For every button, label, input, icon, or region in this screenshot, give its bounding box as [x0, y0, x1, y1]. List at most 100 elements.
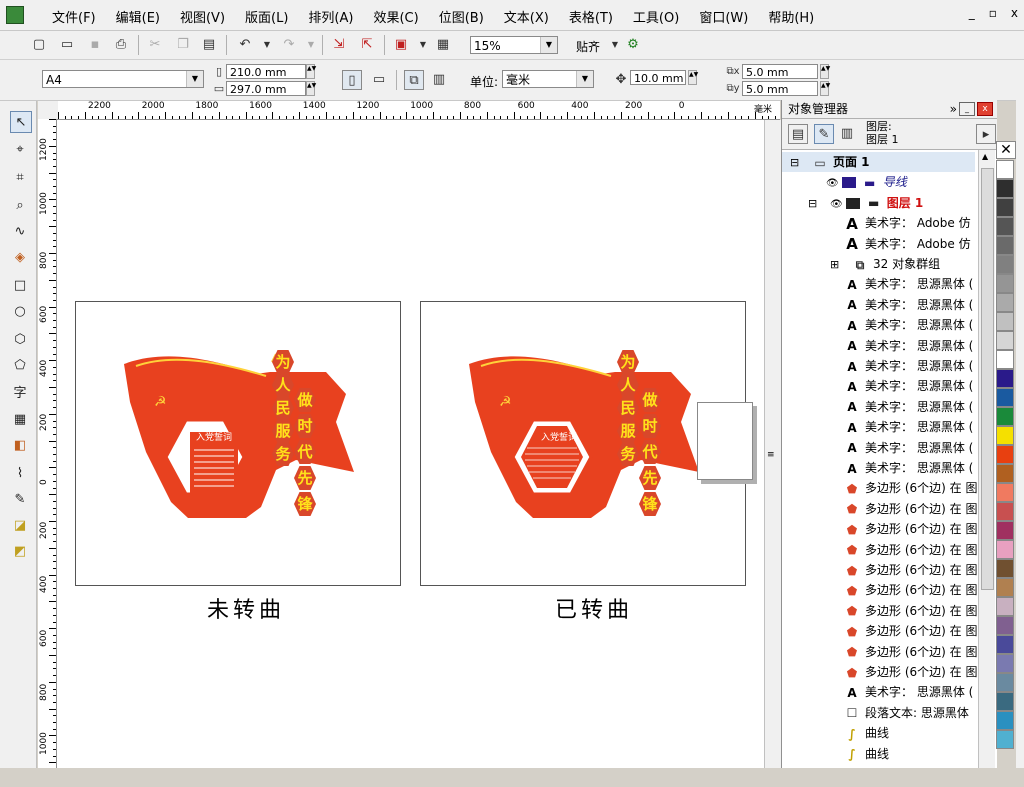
menu-item[interactable]: 窗口(W) — [689, 7, 758, 26]
color-swatch[interactable] — [996, 464, 1014, 483]
color-swatch[interactable] — [996, 654, 1014, 673]
menu-item[interactable]: 表格(T) — [559, 7, 623, 26]
basic-shapes-icon[interactable]: ⬠ — [10, 355, 30, 375]
save-icon[interactable]: ▪ — [86, 35, 104, 53]
snap-dropdown-icon[interactable]: ▼ — [606, 35, 624, 53]
undo-icon[interactable]: ↶ — [236, 35, 254, 53]
color-swatch[interactable] — [996, 331, 1014, 350]
fill-bucket-icon[interactable]: ◪ — [10, 515, 30, 535]
color-swatch[interactable] — [996, 597, 1014, 616]
object-tree-row[interactable]: ⬟ 多边形 (6个边) 在 图 — [844, 642, 978, 662]
menu-item[interactable]: 视图(V) — [170, 7, 235, 26]
object-tree-row[interactable]: ⬟ 多边形 (6个边) 在 图 — [844, 662, 978, 682]
scroll-up-icon[interactable]: ▲ — [982, 152, 988, 161]
current-page-button[interactable]: ▥ — [430, 70, 448, 88]
menu-item[interactable]: 排列(A) — [298, 7, 363, 26]
layer-manager-view-icon[interactable]: ▥ — [838, 124, 856, 142]
object-tree-row[interactable]: ⬟ 多边形 (6个边) 在 图 — [844, 601, 978, 621]
color-swatch[interactable] — [996, 445, 1014, 464]
outline-pen-icon[interactable]: ✎ — [10, 489, 30, 509]
color-swatch[interactable] — [996, 179, 1014, 198]
object-tree-row[interactable]: A 美术字： 思源黑体 ( — [844, 274, 973, 294]
menu-item[interactable]: 工具(O) — [623, 7, 689, 26]
eyedropper-icon[interactable]: ⌇ — [10, 463, 30, 483]
left-artboard[interactable]: ☭ 入党誓词 为人民服务 做时代先锋 — [75, 301, 401, 586]
menu-item[interactable]: 帮助(H) — [758, 7, 824, 26]
dup-y-spinner[interactable]: ▲▼ — [820, 81, 830, 96]
color-swatch[interactable] — [996, 635, 1014, 654]
edit-across-layers-icon[interactable]: ✎ — [814, 124, 834, 144]
color-swatch[interactable] — [996, 407, 1014, 426]
object-tree-row[interactable]: ∫ 曲线 — [844, 744, 889, 764]
options-icon[interactable]: ⚙ — [624, 35, 642, 53]
object-tree-row[interactable]: A 美术字： Adobe 仿 — [844, 234, 970, 254]
object-tree-row[interactable]: ⬟ 多边形 (6个边) 在 图 — [844, 540, 978, 560]
object-tree-row[interactable]: A 美术字： 思源黑体 ( — [844, 336, 973, 356]
object-tree-row[interactable]: A 美术字： 思源黑体 ( — [844, 356, 973, 376]
color-swatch[interactable] — [996, 521, 1014, 540]
object-tree-row[interactable]: A 美术字： 思源黑体 ( — [844, 458, 973, 478]
menu-item[interactable]: 文本(X) — [494, 7, 559, 26]
object-tree-row[interactable]: ⬟ 多边形 (6个边) 在 图 — [844, 560, 978, 580]
scroll-grip-icon[interactable]: ≡ — [767, 450, 775, 460]
open-icon[interactable]: ▭ — [58, 35, 76, 53]
copy-icon[interactable]: ❐ — [174, 35, 192, 53]
color-swatch[interactable] — [996, 673, 1014, 692]
vertical-ruler[interactable]: 1200 1000 800 600 400 200 0 200 400 600 800 1000 — [38, 119, 57, 768]
nudge-spinner[interactable]: ▲▼ — [688, 70, 698, 85]
page-height-field[interactable]: 297.0 mm — [226, 81, 306, 96]
object-tree-row[interactable]: ⊞ ⧉ 32 对象群组 — [830, 254, 940, 274]
color-swatch[interactable] — [996, 312, 1014, 331]
import-icon[interactable]: ⇲ — [330, 35, 348, 53]
object-tree-row[interactable]: ⬟ 多边形 (6个边) 在 图 — [844, 499, 978, 519]
smart-fill-icon[interactable]: ◈ — [10, 247, 30, 267]
undo-dropdown-icon[interactable]: ▼ — [258, 35, 276, 53]
color-swatch[interactable] — [996, 578, 1014, 597]
horizontal-ruler[interactable]: 2200 2000 1800 1600 1400 1200 1000 800 600 400 200… — [58, 101, 780, 120]
object-tree-row[interactable]: A 美术字： 思源黑体 ( — [844, 438, 973, 458]
expand-toggle-icon[interactable]: ⊞ — [830, 255, 842, 275]
nudge-distance-field[interactable]: 10.0 mm — [630, 70, 686, 85]
freehand-tool-icon[interactable]: ∿ — [10, 221, 30, 241]
new-document-icon[interactable]: ▢ — [30, 35, 48, 53]
color-swatch[interactable] — [996, 502, 1014, 521]
object-manager-scrollbar[interactable]: ▲ — [978, 150, 995, 768]
docker-expand-icon[interactable]: » — [950, 100, 957, 118]
landscape-button[interactable]: ▭ — [370, 70, 388, 88]
color-swatch[interactable] — [996, 236, 1014, 255]
menu-item[interactable]: 版面(L) — [235, 7, 298, 26]
expand-toggle-icon[interactable]: ⊟ — [790, 153, 802, 173]
color-swatch[interactable] — [996, 540, 1014, 559]
zoom-level-select[interactable]: 15% ▼ — [470, 36, 558, 54]
crop-tool-icon[interactable]: ⌗ — [10, 167, 30, 187]
object-tree-row[interactable]: ⬟ 多边形 (6个边) 在 图 — [844, 621, 978, 641]
print-icon[interactable]: ⎙ — [112, 35, 130, 53]
object-tree-row[interactable]: ∫ 曲线 — [844, 723, 889, 743]
redo-dropdown-icon[interactable]: ▼ — [302, 35, 320, 53]
object-tree-row[interactable]: A 美术字： 思源黑体 ( — [844, 397, 973, 417]
scroll-thumb[interactable] — [981, 168, 994, 590]
height-spinner[interactable]: ▲▼ — [306, 81, 316, 96]
interactive-fill-icon[interactable]: ◩ — [10, 541, 30, 561]
color-swatch[interactable] — [996, 730, 1014, 749]
duplicate-y-field[interactable]: 5.0 mm — [742, 81, 818, 96]
object-tree-row[interactable]: ⬟ 多边形 (6个边) 在 图 — [844, 580, 978, 600]
drawing-canvas[interactable]: ☭ 入党誓词 为人民服务 做时代先锋 未转曲 ☭ 入党誓词 为 人 民 服 务 … — [57, 120, 764, 768]
dup-x-spinner[interactable]: ▲▼ — [820, 64, 830, 79]
object-tree-row[interactable]: ☐ 段落文本: 思源黑体 — [844, 703, 969, 723]
application-launcher-icon[interactable]: ▣ — [392, 35, 410, 53]
cut-icon[interactable]: ✂ — [146, 35, 164, 53]
page-width-field[interactable]: 210.0 mm — [226, 64, 306, 79]
zoom-tool-icon[interactable]: ⌕ — [10, 195, 30, 215]
color-swatch[interactable] — [996, 616, 1014, 635]
color-swatch[interactable] — [996, 559, 1014, 578]
export-icon[interactable]: ⇱ — [358, 35, 376, 53]
color-swatch[interactable] — [996, 388, 1014, 407]
docker-close-button[interactable]: x — [977, 102, 993, 116]
minimize-button[interactable]: _ — [969, 6, 975, 20]
object-tree-row[interactable]: A 美术字： 思源黑体 ( — [844, 295, 973, 315]
ellipse-tool-icon[interactable]: ○ — [10, 301, 30, 321]
visibility-eye-icon[interactable]: 👁 — [830, 199, 843, 210]
object-tree-row[interactable]: ⬟ 多边形 (6个边) 在 图 — [844, 478, 978, 498]
menu-item[interactable]: 位图(B) — [429, 7, 494, 26]
